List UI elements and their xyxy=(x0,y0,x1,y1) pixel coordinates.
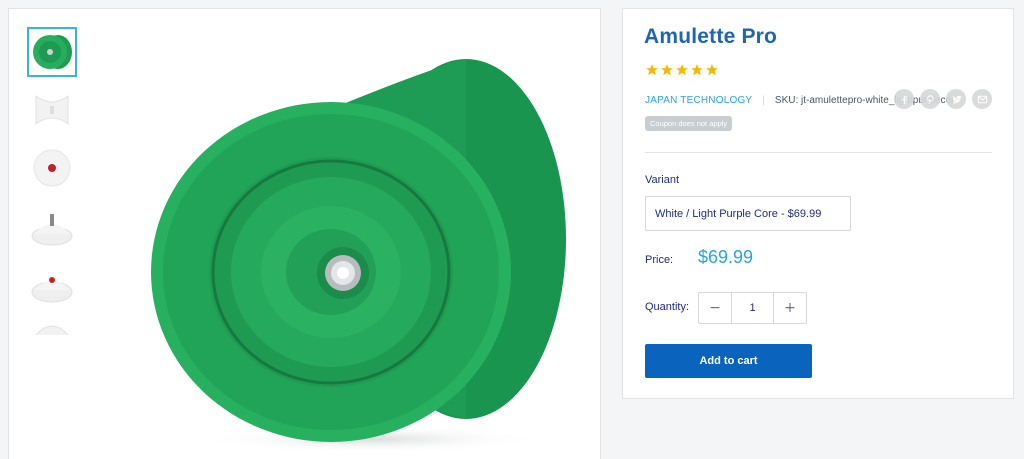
price-value: $69.99 xyxy=(698,247,754,267)
coupon-badge: Coupon does not apply xyxy=(645,116,733,131)
star-icon xyxy=(691,64,703,76)
product-info: Amulette Pro JAPAN TECHNOLOGY | SKU: jt-… xyxy=(622,8,1014,399)
quantity-input[interactable]: 1 xyxy=(731,293,774,323)
twitter-icon[interactable] xyxy=(946,89,966,109)
thumbnail-white-yoyo-axle[interactable] xyxy=(27,201,77,251)
product-title: Amulette Pro xyxy=(644,25,778,48)
thumbnail-green-yoyo[interactable] xyxy=(27,27,77,77)
variant-select[interactable]: White / Light Purple Core - $69.99 xyxy=(645,196,851,231)
star-icon xyxy=(676,64,688,76)
thumbnail-white-yoyo-side[interactable] xyxy=(27,85,77,135)
quantity-stepper: − 1 + xyxy=(698,292,807,324)
price-label: Price: xyxy=(645,254,674,266)
star-icon xyxy=(706,64,718,76)
variant-label: Variant xyxy=(645,174,680,186)
rating-stars[interactable] xyxy=(645,63,719,77)
facebook-icon[interactable] xyxy=(894,89,914,109)
thumbnail-white-yoyo-angle[interactable] xyxy=(27,259,77,309)
main-product-image xyxy=(151,59,566,453)
pinterest-icon[interactable] xyxy=(920,89,940,109)
quantity-label: Quantity: xyxy=(645,301,690,313)
share-buttons xyxy=(894,89,992,109)
product-gallery xyxy=(8,8,601,459)
email-icon[interactable] xyxy=(972,89,992,109)
thumbnail-partial[interactable] xyxy=(27,317,77,335)
quantity-increase-button[interactable]: + xyxy=(774,293,806,323)
vendor-link[interactable]: JAPAN TECHNOLOGY xyxy=(645,95,752,106)
star-icon xyxy=(646,64,658,76)
thumbnail-white-yoyo-front[interactable] xyxy=(27,143,77,193)
meta-separator: | xyxy=(762,95,765,106)
star-icon xyxy=(661,64,673,76)
add-to-cart-button[interactable]: Add to cart xyxy=(645,344,812,378)
quantity-decrease-button[interactable]: − xyxy=(699,293,731,323)
divider xyxy=(645,152,992,153)
thumbnail-list xyxy=(27,27,79,343)
